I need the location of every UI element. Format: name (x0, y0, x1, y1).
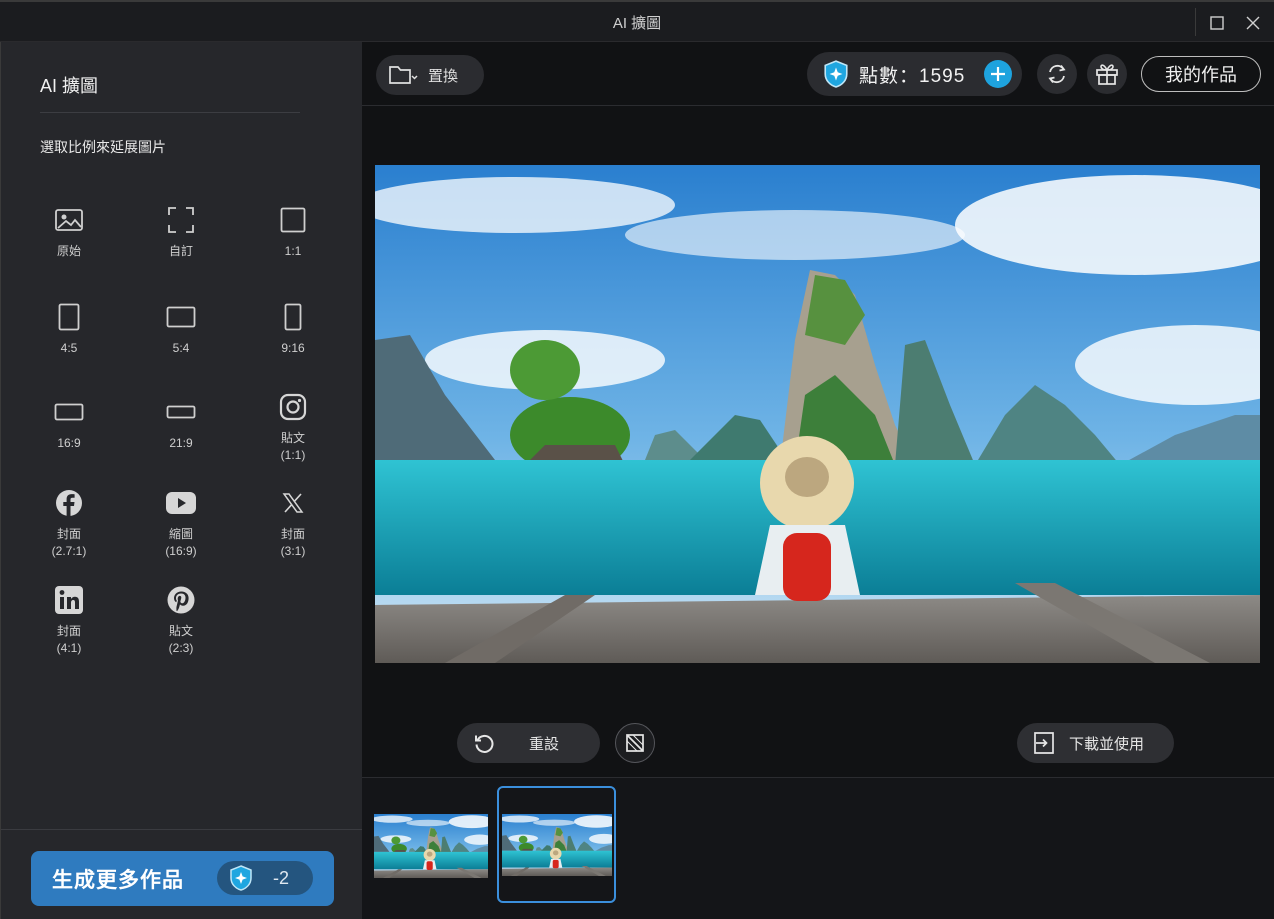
replace-label: 置換 (428, 67, 459, 85)
thumbnail-strip (362, 777, 1274, 919)
my-works-button[interactable]: 我的作品 (1141, 56, 1261, 92)
ratio-pinterest-post[interactable]: 貼文 (2:3) (141, 585, 221, 657)
ratio-label: 16:9 (57, 436, 81, 450)
ratio-5-4[interactable]: 5:4 (141, 302, 221, 357)
add-icon (991, 67, 1005, 81)
ratio-label: 封面 (2.7:1) (51, 527, 87, 558)
thumbnail-item[interactable] (374, 814, 488, 878)
ratio-linkedin-cover[interactable]: 封面 (4:1) (29, 585, 109, 657)
ratio-custom[interactable]: 自訂 (141, 205, 221, 260)
ratio-label: 貼文 (2:3) (168, 624, 194, 655)
credit-icon (230, 865, 252, 891)
replace-button[interactable]: 置換 (376, 55, 484, 95)
custom-frame-icon (141, 205, 221, 235)
gift-icon (1096, 64, 1118, 85)
toolbar: 置換 點數：1595 我的作品 (362, 42, 1274, 106)
youtube-icon (141, 488, 221, 518)
add-points-button[interactable] (984, 60, 1012, 88)
credit-cost-badge: -2 (217, 861, 313, 895)
maximize-button[interactable] (1204, 10, 1230, 36)
ratio-instagram-post[interactable]: 貼文 (1:1) (253, 392, 333, 464)
ratio-facebook-cover[interactable]: 封面 (2.7:1) (29, 488, 109, 560)
download-label: 下載並使用 (1069, 735, 1145, 753)
ratio-label: 9:16 (281, 341, 305, 355)
credit-icon (824, 60, 848, 88)
facebook-icon (29, 488, 109, 518)
sidebar-subheading: 選取比例來延展圖片 (40, 139, 166, 155)
download-and-use-button[interactable]: 下載並使用 (1017, 723, 1174, 763)
credit-cost-value: -2 (273, 867, 290, 888)
ratio-label: 5:4 (172, 341, 190, 355)
ratio-original[interactable]: 原始 (29, 205, 109, 260)
ratio-label: 原始 (56, 244, 81, 258)
sidebar-divider (40, 112, 300, 113)
ratio-4-5[interactable]: 4:5 (29, 302, 109, 357)
maximize-icon (1210, 16, 1224, 30)
image-preview (375, 165, 1260, 663)
sidebar-bottom-divider (1, 829, 363, 830)
image-icon (29, 205, 109, 235)
sidebar: AI 擴圖 選取比例來延展圖片 原始 自訂 1:1 4:5 5:4 9:16 1… (0, 42, 363, 919)
compare-icon (626, 734, 644, 752)
landscape-16-9-icon (29, 397, 109, 427)
refresh-icon (1048, 64, 1066, 84)
portrait-9-16-icon (253, 302, 333, 332)
points-text: 點數：1595 (859, 65, 966, 87)
ratio-label: 縮圖 (16:9) (165, 527, 197, 558)
generate-more-label: 生成更多作品 (52, 868, 184, 892)
landscape-5-4-icon (141, 302, 221, 332)
thumbnail-image (502, 814, 612, 876)
generate-more-button[interactable]: 生成更多作品 -2 (31, 851, 334, 906)
ratio-1-1[interactable]: 1:1 (253, 205, 333, 260)
ratio-16-9[interactable]: 16:9 (29, 397, 109, 452)
ratio-youtube-thumbnail[interactable]: 縮圖 (16:9) (141, 488, 221, 560)
square-icon (253, 205, 333, 235)
title-bar: AI 擴圖 (0, 0, 1274, 42)
ratio-label: 封面 (3:1) (280, 527, 306, 558)
reset-icon (475, 734, 494, 753)
title-divider (1195, 8, 1196, 36)
ratio-label: 21:9 (169, 436, 193, 450)
instagram-icon (253, 392, 333, 422)
gift-button[interactable] (1087, 54, 1127, 94)
landscape-21-9-icon (141, 397, 221, 427)
window-title: AI 擴圖 (612, 15, 662, 32)
portrait-4-5-icon (29, 302, 109, 332)
thumbnail-item-selected[interactable] (497, 786, 616, 903)
folder-icon (389, 66, 418, 84)
download-icon (1034, 732, 1054, 754)
ratio-label: 貼文 (1:1) (280, 431, 306, 462)
points-indicator: 點數：1595 (807, 52, 1022, 96)
ratio-9-16[interactable]: 9:16 (253, 302, 333, 357)
ratio-x-cover[interactable]: 封面 (3:1) (253, 488, 333, 560)
refresh-button[interactable] (1037, 54, 1077, 94)
ratio-label: 4:5 (60, 341, 78, 355)
reset-button[interactable]: 重設 (457, 723, 600, 763)
ratio-label: 封面 (4:1) (56, 624, 82, 655)
ratio-label: 自訂 (168, 244, 193, 258)
x-icon (253, 488, 333, 518)
compare-button[interactable] (615, 723, 655, 763)
close-icon (1246, 16, 1260, 30)
reset-label: 重設 (529, 735, 560, 753)
sidebar-heading: AI 擴圖 (40, 76, 99, 96)
linkedin-icon (29, 585, 109, 615)
canvas-area: 重設 下載並使用 (362, 107, 1274, 777)
close-button[interactable] (1240, 10, 1266, 36)
ratio-21-9[interactable]: 21:9 (141, 397, 221, 452)
ratio-label: 1:1 (284, 244, 302, 258)
pinterest-icon (141, 585, 221, 615)
